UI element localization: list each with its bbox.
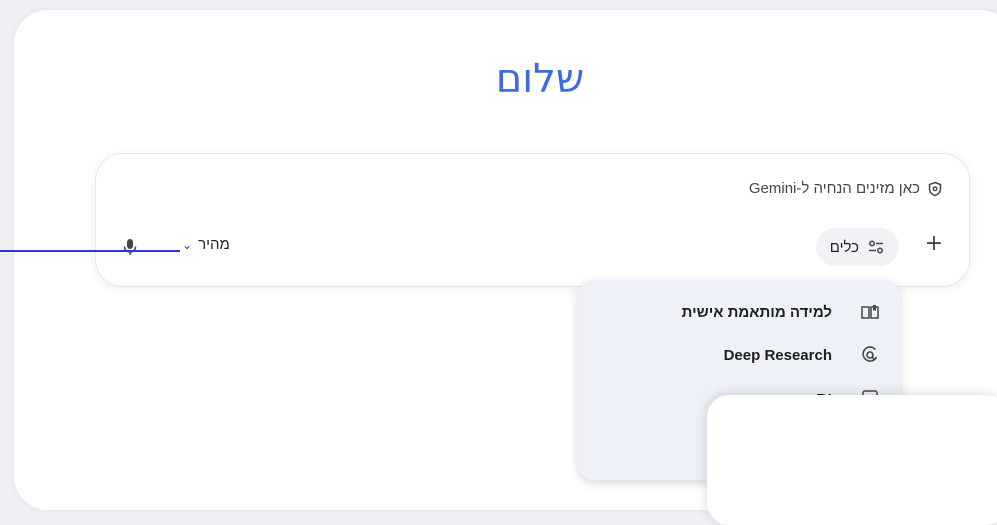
menu-item-guided-learning[interactable]: למידה מותאמת אישית — [682, 300, 880, 324]
chevron-down-icon: ⌄ — [182, 237, 193, 252]
learning-book-icon — [861, 305, 879, 319]
tools-icon — [869, 240, 883, 254]
prompt-input[interactable]: כאן מזינים הנחיה ל-Gemini — [749, 180, 943, 197]
model-label: מהיר — [198, 236, 230, 253]
overlay-panel — [707, 395, 997, 525]
deep-research-icon — [862, 346, 878, 362]
tools-label: כלים — [829, 238, 859, 256]
annotation-line — [0, 250, 180, 252]
menu-item-deep-research[interactable]: Deep Research — [724, 343, 880, 367]
model-selector[interactable]: מהיר ⌄ — [182, 236, 230, 253]
prompt-placeholder: כאן מזינים הנחיה ל-Gemini — [748, 180, 920, 197]
menu-item-label: Deep Research — [723, 346, 832, 364]
menu-item-label: למידה מותאמת אישית — [681, 303, 832, 321]
prompt-input-box[interactable]: כאן מזינים הנחיה ל-Gemini + כלים מהיר ⌄ — [95, 153, 970, 287]
microphone-icon[interactable] — [122, 238, 138, 256]
add-button[interactable]: + — [923, 233, 945, 256]
greeting-title: שלום — [495, 56, 585, 102]
tools-button[interactable]: כלים — [815, 228, 899, 266]
shield-icon — [928, 181, 942, 196]
